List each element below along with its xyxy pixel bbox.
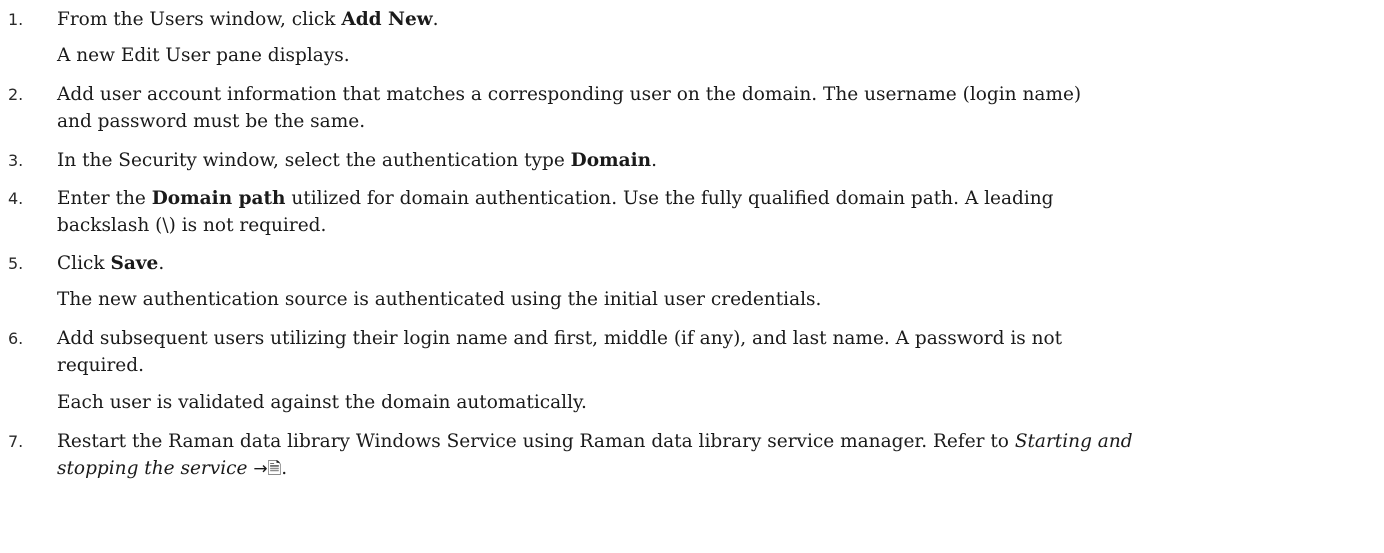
step-number: 3. (8, 151, 24, 170)
step-1-result: A new Edit User pane displays. (57, 45, 350, 66)
arrow-right-icon: → (253, 459, 268, 479)
step-number: 4. (8, 189, 24, 208)
step-5-result: The new authentication source is authent… (57, 289, 822, 310)
cross-reference-link[interactable]: Starting and (1015, 431, 1133, 452)
ui-label-domain: Domain (570, 150, 652, 171)
ui-label-save: Save (110, 253, 159, 274)
step-text-line-1: Restart the Raman data library Windows S… (57, 431, 1133, 452)
step-number: 2. (8, 85, 24, 104)
ui-label-domain-path: Domain path (151, 188, 286, 209)
step-text: In the Security window, select the authe… (57, 150, 657, 171)
step-text-line-1: Enter the Domain path utilized for domai… (57, 188, 1054, 209)
step-text: Click Save. (57, 253, 165, 274)
step-number: 7. (8, 432, 24, 451)
step-number: 5. (8, 254, 24, 273)
cross-reference-link-continued[interactable]: stopping the service (57, 458, 247, 479)
ui-label-add-new: Add New (341, 9, 433, 30)
step-6-result: Each user is validated against the domai… (57, 392, 587, 413)
step-text: From the Users window, click Add New. (57, 9, 439, 30)
page-reference-icon[interactable]: 🗎 (268, 459, 282, 479)
step-number: 1. (8, 10, 24, 29)
step-text-line-1: Add user account information that matche… (57, 84, 1082, 105)
step-number: 6. (8, 329, 24, 348)
step-4-text-line-2: backslash (\) is not required. (57, 215, 327, 236)
step-7-text-line-2: stopping the service →🗎. (57, 458, 288, 479)
step-2-text-line-2: and password must be the same. (57, 111, 366, 132)
step-6-text-line-2: required. (57, 355, 144, 376)
step-text-line-1: Add subsequent users utilizing their log… (57, 328, 1063, 349)
